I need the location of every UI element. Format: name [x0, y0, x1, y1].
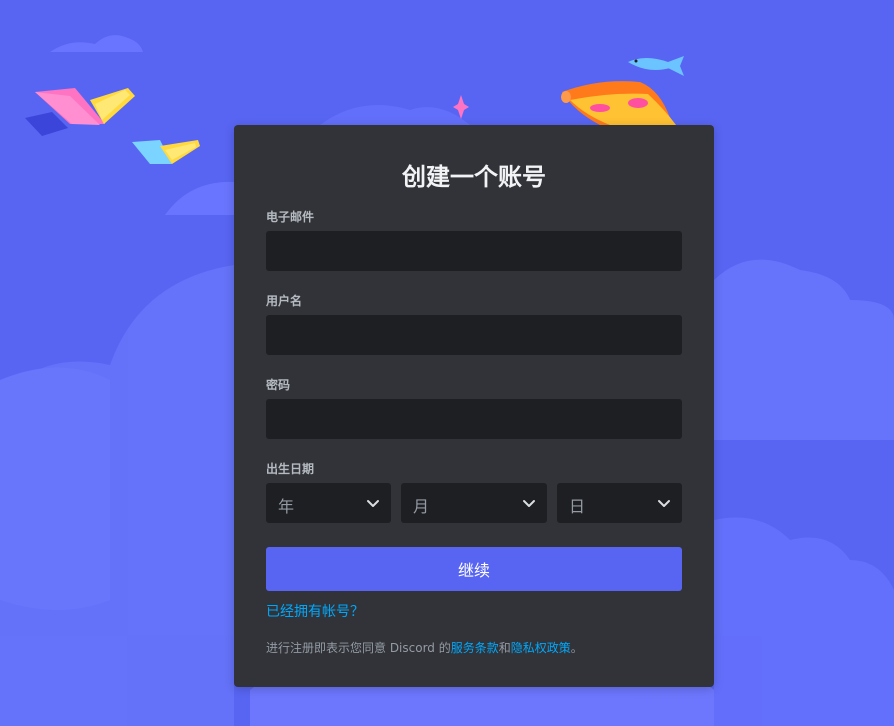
password-field[interactable] [266, 399, 682, 439]
page-title: 创建一个账号 [402, 163, 546, 191]
login-link[interactable]: 已经拥有帐号？ [266, 601, 364, 621]
day-placeholder: 日 [569, 497, 586, 516]
username-label: 用户名 [266, 294, 303, 308]
month-select[interactable]: 月 [401, 483, 547, 523]
birthdate-label: 出生日期 [266, 462, 315, 476]
chevron-down-icon [367, 500, 379, 507]
terms-of-service-link[interactable]: 服务条款 [451, 641, 499, 655]
terms-prefix: 进行注册即表示您同意 Discord 的 [266, 641, 451, 655]
username-field[interactable] [266, 315, 682, 355]
month-placeholder: 月 [413, 497, 430, 516]
password-label: 密码 [266, 378, 291, 392]
year-placeholder: 年 [278, 497, 295, 516]
terms-and: 和 [498, 641, 511, 655]
chevron-down-icon [658, 500, 670, 507]
email-label: 电子邮件 [266, 210, 315, 224]
book-illustration-1 [25, 88, 135, 136]
pizza-illustration [561, 81, 676, 125]
chevron-down-icon [523, 500, 535, 507]
email-field[interactable] [266, 231, 682, 271]
fish-illustration [628, 56, 684, 76]
privacy-policy-link[interactable]: 隐私权政策 [511, 641, 571, 655]
terms-text: 进行注册即表示您同意 Discord 的服务条款和隐私权政策。 [266, 639, 583, 656]
terms-suffix: 。 [570, 641, 583, 655]
day-select[interactable]: 日 [557, 483, 682, 523]
continue-button[interactable]: 继续 [266, 547, 682, 591]
register-card: 创建一个账号 电子邮件 用户名 密码 出生日期 年 月 日 继续 已经拥有帐号？… [234, 125, 714, 687]
book-illustration-2 [132, 140, 200, 164]
year-select[interactable]: 年 [266, 483, 391, 523]
